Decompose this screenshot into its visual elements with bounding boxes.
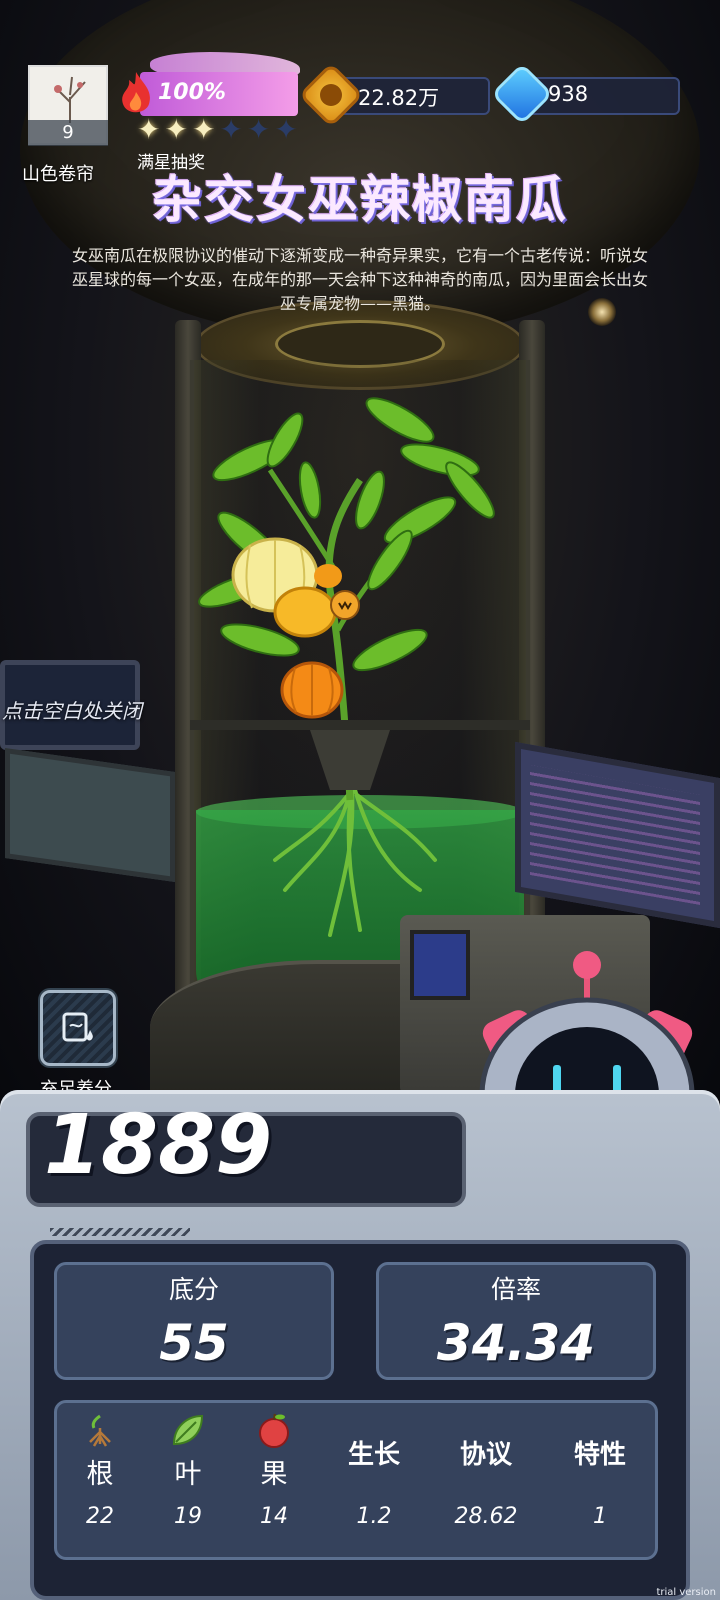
left-console: [5, 748, 175, 882]
star-icon: ✦: [164, 113, 188, 146]
nutrient-card-icon: [62, 1012, 93, 1042]
multiplier-label: 倍率: [490, 1275, 541, 1304]
avatar-tree-icon: [54, 76, 86, 123]
attributes-card: [54, 1400, 658, 1560]
protocol-label: 协议: [459, 1440, 512, 1470]
fire-icon: [122, 72, 150, 113]
leaf-value: 19: [174, 1504, 202, 1529]
moon-icon: [588, 298, 616, 326]
root-label: 根: [86, 1459, 114, 1490]
base-score-value: 55: [159, 1314, 229, 1372]
star-icon: ✦: [191, 113, 216, 146]
fruit-value: 14: [260, 1504, 288, 1529]
leaf-icon: [172, 1414, 204, 1446]
plant-holder: [310, 730, 390, 790]
gold-coin-inner: [320, 84, 342, 106]
growth-label: 生长: [347, 1440, 400, 1470]
gem-amount: 938: [548, 82, 589, 106]
plant-roots: [273, 788, 437, 937]
trait-value: 1: [593, 1504, 607, 1529]
watermark: trial version: [656, 1587, 716, 1598]
star-empty-icon: ✦: [219, 113, 243, 146]
base-score-label: 底分: [168, 1275, 219, 1304]
item-description: 女巫南瓜在极限协议的催动下逐渐变成一种奇异果实，它有一个古老传说：听说女巫星球的…: [71, 246, 648, 313]
star-empty-icon: ✦: [246, 113, 271, 146]
star-icon: ✦: [137, 113, 161, 146]
root-value: 22: [86, 1504, 114, 1529]
energy-percent: 100%: [158, 80, 226, 105]
tap-blank-to-close-hint: 点击空白处关闭: [2, 699, 142, 723]
total-score: 1889: [44, 1098, 273, 1193]
root-icon: [89, 1414, 111, 1447]
apple-icon: [259, 1413, 289, 1448]
item-title: 杂交女巫辣椒南瓜: [152, 171, 568, 229]
star-rating: ✦ ✦ ✦ ✦ ✦ ✦: [137, 116, 298, 144]
growth-value: 1.2: [356, 1504, 392, 1529]
panel-grip: [50, 1228, 190, 1236]
pumpkin-plant: [190, 397, 530, 937]
trait-label: 特性: [573, 1440, 626, 1470]
fruit-label: 果: [260, 1459, 288, 1490]
plant-leaves: [198, 397, 495, 672]
leaf-label: 叶: [174, 1459, 202, 1490]
protocol-value: 28.62: [454, 1504, 518, 1529]
gold-amount: 22.82万: [358, 86, 440, 110]
multiplier-value: 34.34: [436, 1314, 596, 1372]
star-empty-icon: ✦: [274, 113, 298, 146]
player-level: 9: [28, 120, 108, 146]
